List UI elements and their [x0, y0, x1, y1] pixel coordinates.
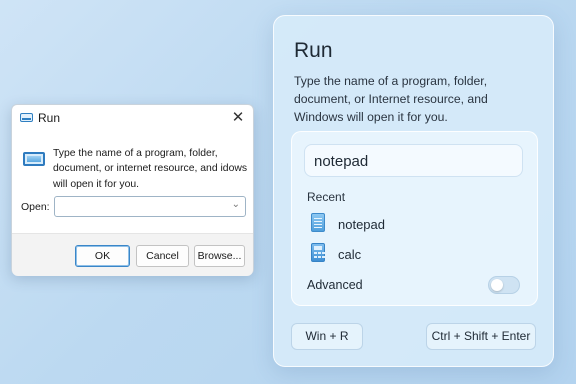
run-program-icon: [23, 152, 45, 168]
recent-item-calc[interactable]: calc: [309, 243, 509, 267]
open-input[interactable]: [57, 198, 227, 215]
open-combobox[interactable]: ⌄: [54, 196, 246, 217]
dialog-titlebar[interactable]: Run ✕: [12, 105, 253, 131]
run-command-input[interactable]: [314, 151, 514, 171]
open-label: Open:: [21, 201, 50, 213]
notepad-icon: [311, 213, 325, 232]
advanced-label: Advanced: [307, 278, 363, 292]
dialog-description: Type the name of a program, folder, docu…: [53, 148, 248, 190]
close-icon[interactable]: ✕: [229, 109, 247, 127]
run-icon: [20, 113, 33, 122]
cancel-button[interactable]: Cancel: [136, 245, 189, 267]
chevron-down-icon[interactable]: ⌄: [232, 199, 240, 210]
classic-run-dialog: Run ✕ Type the name of a program, folder…: [11, 104, 254, 276]
recent-item-notepad[interactable]: notepad: [309, 213, 509, 237]
ok-button[interactable]: OK: [75, 245, 130, 267]
toggle-knob: [491, 279, 503, 291]
recent-item-label: notepad: [338, 217, 385, 232]
win-r-shortcut[interactable]: Win + R: [291, 323, 363, 350]
panel-title: Run: [294, 39, 333, 62]
dialog-title: Run: [38, 111, 61, 125]
advanced-toggle[interactable]: [488, 276, 520, 294]
recent-item-label: calc: [338, 247, 362, 262]
calculator-icon: [311, 243, 325, 262]
run-command-field[interactable]: [304, 144, 523, 177]
panel-description: Type the name of a program, folder, docu…: [294, 74, 488, 124]
browse-button[interactable]: Browse...: [194, 245, 245, 267]
recent-label: Recent: [307, 190, 346, 204]
ctrl-shift-enter-shortcut[interactable]: Ctrl + Shift + Enter: [426, 323, 536, 350]
